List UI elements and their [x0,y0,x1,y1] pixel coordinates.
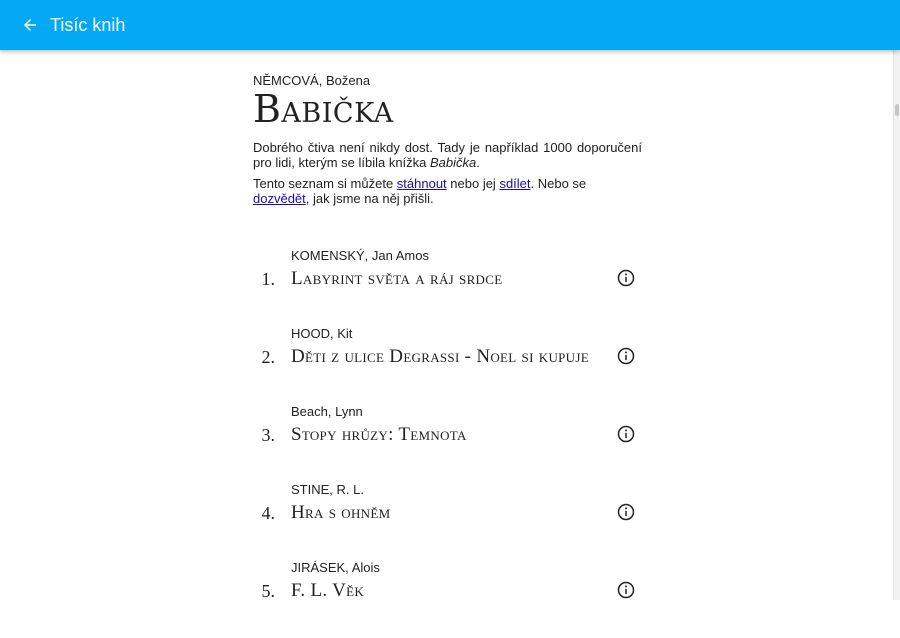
item-author: JIRÁSEK, Alois [291,560,380,575]
item-title[interactable]: F. L. Věk [291,580,609,602]
item-author: Beach, Lynn [291,404,363,419]
back-button[interactable] [16,11,44,39]
app-title: Tisíc knih [50,14,126,35]
item-number: 1. [261,269,276,289]
arrow-left-icon [24,19,36,31]
info-icon[interactable] [617,269,635,287]
download-link[interactable]: stáhnout [397,176,447,191]
item-number: 4. [261,503,276,523]
info-icon[interactable] [617,503,635,521]
item-author: HOOD, Kit [291,326,353,341]
item-title[interactable]: Labyrint světa a ráj srdce [291,268,609,290]
item-title[interactable]: Děti z ulice Degrassi - Noel si kupuje [291,346,609,368]
list-item[interactable]: HOOD, Kit 2. Děti z ulice Degrassi - Noe… [253,326,642,404]
book-author: NĚMCOVÁ, Božena [253,73,371,88]
item-author: KOMENSKÝ, Jan Amos [291,248,429,263]
list-item[interactable]: STINE, R. L. 4. Hra s ohněm [253,482,642,560]
book-header: NĚMCOVÁ, Božena Babička Dobrého čtiva ne… [253,50,642,206]
item-number: 5. [261,581,276,601]
share-link[interactable]: sdílet [499,176,530,191]
scrollbar-thumb[interactable] [895,104,899,116]
scrollbar[interactable] [893,50,900,600]
item-title[interactable]: Hra s ohněm [291,502,609,524]
actions-paragraph: Tento seznam si můžete stáhnout nebo jej… [253,175,587,206]
list-item[interactable]: Beach, Lynn 3. Stopy hrůzy: Temnota [253,404,642,482]
app-bar: Tisíc knih [0,0,900,50]
item-author: STINE, R. L. [291,482,364,497]
list-item[interactable]: KOMENSKÝ, Jan Amos 1. Labyrint světa a r… [253,248,642,326]
info-icon[interactable] [617,581,635,599]
info-icon[interactable] [617,425,635,443]
recommendation-list: KOMENSKÝ, Jan Amos 1. Labyrint světa a r… [253,248,642,638]
info-icon[interactable] [617,347,635,365]
learn-more-link[interactable]: dozvědět [253,191,306,206]
intro-book-name: Babička [430,154,477,170]
item-title[interactable]: Stopy hrůzy: Temnota [291,424,609,446]
book-title: Babička [253,87,394,131]
intro-paragraph: Dobrého čtiva není nikdy dost. Tady je n… [253,139,642,170]
item-number: 3. [261,425,276,445]
item-number: 2. [261,347,276,367]
list-item[interactable]: JIRÁSEK, Alois 5. F. L. Věk [253,560,642,638]
